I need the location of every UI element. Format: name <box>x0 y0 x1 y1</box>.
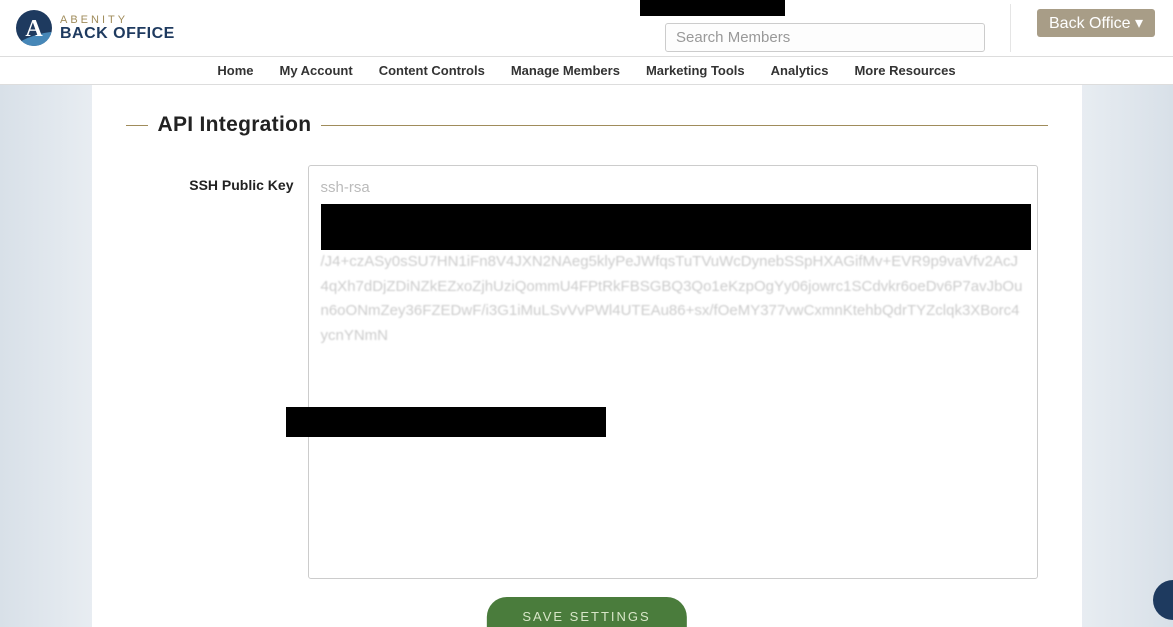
redacted-block <box>640 0 785 16</box>
nav-analytics[interactable]: Analytics <box>758 63 842 78</box>
divider <box>1010 4 1011 52</box>
logo-icon: A <box>16 10 52 46</box>
save-settings-button[interactable]: SAVE SETTINGS <box>486 597 686 627</box>
section-title: API Integration <box>158 113 312 137</box>
nav-manage-members[interactable]: Manage Members <box>498 63 633 78</box>
nav-content-controls[interactable]: Content Controls <box>366 63 498 78</box>
nav-home[interactable]: Home <box>204 63 266 78</box>
brand-top: ABENITY <box>60 15 175 26</box>
nav-my-account[interactable]: My Account <box>266 63 365 78</box>
nav-more-resources[interactable]: More Resources <box>841 63 968 78</box>
redacted-block <box>321 204 1031 250</box>
brand-bottom: BACK OFFICE <box>60 26 175 42</box>
nav-marketing-tools[interactable]: Marketing Tools <box>633 63 758 78</box>
logo[interactable]: A ABENITY BACK OFFICE <box>16 10 175 46</box>
back-office-dropdown[interactable]: Back Office ▾ <box>1037 9 1155 37</box>
divider <box>126 125 148 126</box>
main-nav: Home My Account Content Controls Manage … <box>0 57 1173 85</box>
ssh-key-label: SSH Public Key <box>126 165 294 579</box>
divider <box>321 125 1047 126</box>
search-input[interactable] <box>665 23 985 52</box>
redacted-block <box>286 407 606 437</box>
ssh-public-key-input[interactable]: ssh-rsa /J4+czASy0sSU7HN1iFn8V4JXN2NAeg5… <box>308 165 1038 579</box>
